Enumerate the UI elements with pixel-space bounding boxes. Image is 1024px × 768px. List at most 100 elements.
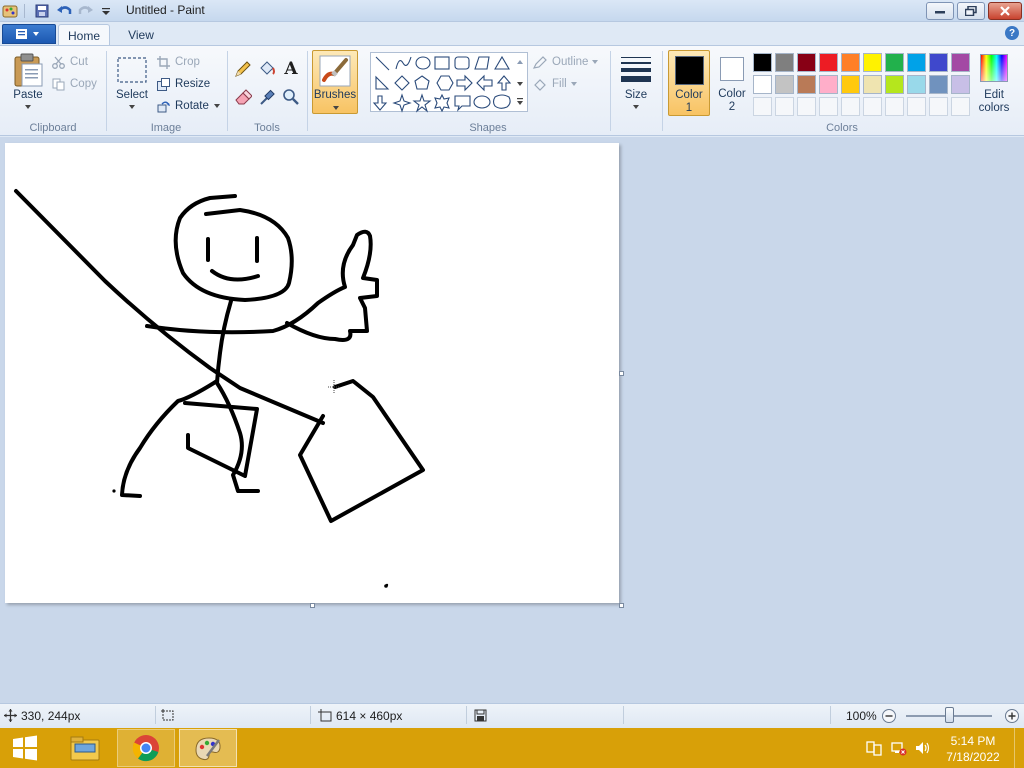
edit-colors-button[interactable]: Edit colors [976, 52, 1012, 116]
palette-swatch[interactable] [929, 53, 948, 72]
color1-label: Color 1 [675, 89, 703, 114]
color-picker-tool[interactable] [257, 87, 277, 107]
fill-dropdown-icon [570, 82, 577, 86]
paint-app-icon[interactable] [2, 3, 18, 19]
action-center-icon[interactable] [866, 740, 884, 756]
palette-swatch[interactable] [885, 53, 904, 72]
resize-button[interactable]: Resize [157, 76, 215, 92]
color1-button[interactable]: Color 1 [668, 50, 710, 116]
eraser-tool[interactable] [233, 87, 253, 107]
paste-dropdown-icon [25, 105, 31, 109]
pencil-tool[interactable] [233, 59, 253, 79]
zoom-level: 100% [846, 709, 877, 723]
left-arrow-shape-icon [476, 74, 493, 92]
color1-swatch [675, 56, 704, 85]
zoom-out-button[interactable] [881, 708, 897, 724]
crosshair-cursor-icon [328, 380, 340, 394]
shapes-gallery[interactable] [370, 52, 528, 113]
tab-view[interactable]: View [118, 24, 164, 46]
taskbar-paint[interactable] [179, 729, 237, 767]
custom-color-slot[interactable] [863, 97, 882, 116]
palette-swatch[interactable] [819, 53, 838, 72]
canvas-resize-handle-corner[interactable] [619, 603, 624, 608]
rotate-button[interactable]: Rotate [157, 98, 221, 114]
palette-swatch[interactable] [841, 53, 860, 72]
network-error-icon[interactable] [890, 740, 908, 756]
cursor-position: 330, 244px [21, 709, 81, 723]
crop-button[interactable]: Crop [157, 54, 207, 70]
zoom-slider-thumb[interactable] [944, 707, 954, 723]
canvas-resize-handle-bottom[interactable] [310, 603, 315, 608]
zoom-in-button[interactable] [1004, 708, 1020, 724]
copy-button[interactable]: Copy [52, 76, 102, 92]
undo-icon[interactable] [56, 3, 72, 19]
shapes-gallery-scroll[interactable] [514, 54, 526, 110]
tab-home[interactable]: Home [58, 24, 110, 46]
color2-button[interactable]: Color 2 [712, 50, 752, 116]
brush-icon [319, 55, 351, 87]
canvas-resize-handle-right[interactable] [619, 371, 624, 376]
outline-pen-icon [533, 55, 547, 69]
outline-label: Outline [552, 56, 589, 68]
five-point-star-shape-icon [412, 93, 432, 113]
drawing-canvas[interactable] [5, 143, 619, 603]
fill-dropdown[interactable]: Fill [533, 76, 583, 92]
magnifier-tool[interactable] [281, 87, 301, 107]
palette-swatch[interactable] [863, 75, 882, 94]
palette-swatch[interactable] [951, 75, 970, 94]
copy-label: Copy [70, 78, 97, 90]
palette-swatch[interactable] [863, 53, 882, 72]
outline-dropdown[interactable]: Outline [533, 54, 605, 70]
taskbar-chrome[interactable] [117, 729, 175, 767]
palette-swatch[interactable] [841, 75, 860, 94]
text-tool[interactable]: A [281, 59, 301, 79]
custom-color-slot[interactable] [775, 97, 794, 116]
palette-swatch[interactable] [885, 75, 904, 94]
palette-swatch[interactable] [907, 53, 926, 72]
palette-swatch[interactable] [797, 75, 816, 94]
file-menu-button[interactable] [2, 24, 56, 44]
taskbar-file-explorer[interactable] [56, 729, 114, 767]
cut-button[interactable]: Cut [52, 54, 100, 70]
close-button[interactable] [988, 2, 1022, 20]
palette-swatch[interactable] [929, 75, 948, 94]
paste-button[interactable]: Paste [8, 52, 48, 112]
palette-swatch[interactable] [775, 75, 794, 94]
brushes-dropdown-icon [333, 106, 339, 110]
custom-color-slot[interactable] [907, 97, 926, 116]
save-icon[interactable] [34, 3, 50, 19]
palette-swatch[interactable] [951, 53, 970, 72]
custom-color-slot[interactable] [951, 97, 970, 116]
stroke-body [215, 299, 260, 493]
custom-color-slot[interactable] [885, 97, 904, 116]
cursor-position-icon [4, 709, 17, 722]
clock-time: 5:14 PM [950, 734, 996, 748]
help-icon[interactable]: ? [1005, 26, 1019, 40]
clock-date: 7/18/2022 [946, 750, 1000, 764]
select-button[interactable]: Select [112, 52, 152, 112]
show-desktop-button[interactable] [1014, 728, 1024, 768]
palette-swatch[interactable] [819, 75, 838, 94]
custom-color-slot[interactable] [819, 97, 838, 116]
custom-color-slot[interactable] [929, 97, 948, 116]
palette-swatch[interactable] [775, 53, 794, 72]
volume-icon[interactable] [914, 740, 932, 756]
redo-icon[interactable] [78, 3, 94, 19]
custom-color-slot[interactable] [797, 97, 816, 116]
custom-color-slot[interactable] [753, 97, 772, 116]
palette-swatch[interactable] [753, 75, 772, 94]
start-button[interactable] [0, 729, 50, 767]
palette-swatch[interactable] [797, 53, 816, 72]
group-divider [227, 51, 228, 131]
system-clock[interactable]: 5:14 PM 7/18/2022 [940, 733, 1006, 765]
size-button[interactable]: Size [616, 52, 656, 112]
brushes-button[interactable]: Brushes [312, 50, 358, 114]
size-label: Size [624, 89, 648, 101]
minimize-button[interactable] [926, 2, 954, 20]
custom-color-slot[interactable] [841, 97, 860, 116]
restore-button[interactable] [957, 2, 985, 20]
customize-qat-dropdown-icon[interactable] [98, 3, 114, 19]
fill-tool[interactable] [257, 59, 277, 79]
palette-swatch[interactable] [753, 53, 772, 72]
palette-swatch[interactable] [907, 75, 926, 94]
